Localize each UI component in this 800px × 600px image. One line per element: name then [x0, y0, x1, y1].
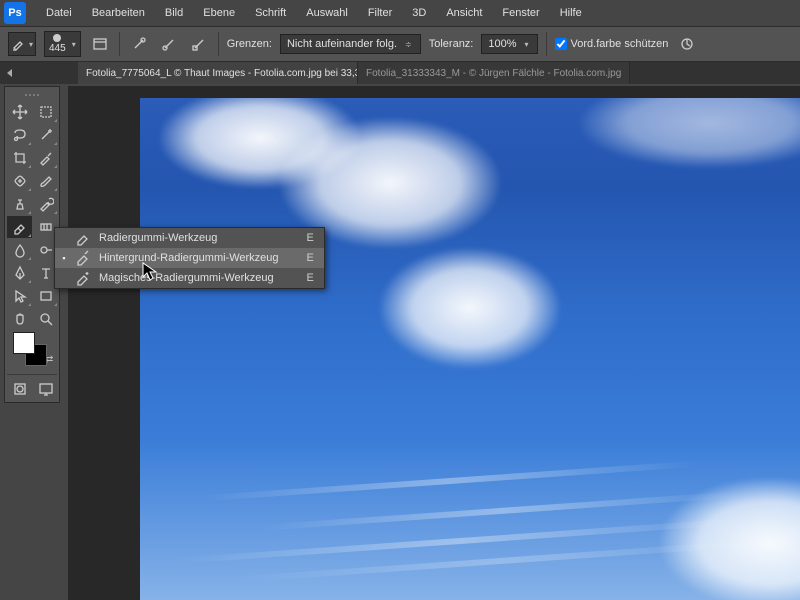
document-tab-active[interactable]: Fotolia_7775064_L © Thaut Images - Fotol…	[78, 62, 358, 84]
tool-preset-picker[interactable]: ▾	[8, 32, 36, 56]
flyout-shortcut: E	[307, 232, 314, 244]
lasso-tool[interactable]	[7, 124, 32, 146]
flyout-item-bg-eraser[interactable]: ▪ Hintergrund-Radiergummi-Werkzeug E	[55, 248, 324, 268]
magic-wand-tool[interactable]	[33, 124, 58, 146]
grenzen-combo[interactable]: Nicht aufeinander folg.≑	[280, 34, 421, 54]
magic-eraser-icon	[75, 271, 91, 285]
flyout-label: Radiergummi-Werkzeug	[99, 232, 299, 244]
tab-label: Fotolia_7775064_L © Thaut Images - Fotol…	[86, 68, 358, 79]
healing-brush-tool[interactable]	[7, 170, 32, 192]
quickmask-tool[interactable]	[7, 378, 32, 400]
menu-bild[interactable]: Bild	[155, 3, 193, 23]
brush-panel-toggle-icon[interactable]	[89, 33, 111, 55]
canvas[interactable]	[140, 98, 800, 600]
blur-tool[interactable]	[7, 239, 32, 261]
toleranz-value: 100%	[488, 38, 516, 50]
menu-filter[interactable]: Filter	[358, 3, 402, 23]
menu-3d[interactable]: 3D	[402, 3, 436, 23]
brush-size-value: 445	[49, 43, 66, 54]
move-tool[interactable]	[7, 101, 32, 123]
flyout-shortcut: E	[307, 272, 314, 284]
sampling-swatch-icon[interactable]	[188, 33, 210, 55]
document-tab-inactive[interactable]: Fotolia_31333343_M - © Jürgen Fälchle - …	[358, 62, 630, 84]
color-swatches: ⇄	[7, 330, 57, 374]
options-bar: ▾ 445 ▾ Grenzen: Nicht aufeinander folg.…	[0, 26, 800, 62]
protect-foreground-checkbox[interactable]: Vord.farbe schützen	[555, 38, 669, 50]
marquee-tool[interactable]	[33, 101, 58, 123]
menu-fenster[interactable]: Fenster	[492, 3, 549, 23]
tablet-pressure-icon[interactable]	[676, 33, 698, 55]
canvas-area	[68, 86, 800, 600]
menu-bearbeiten[interactable]: Bearbeiten	[82, 3, 155, 23]
menu-ebene[interactable]: Ebene	[193, 3, 245, 23]
hand-tool[interactable]	[7, 308, 32, 330]
flyout-label: Hintergrund-Radiergummi-Werkzeug	[99, 252, 299, 264]
flyout-shortcut: E	[307, 252, 314, 264]
brush-tool[interactable]	[33, 170, 58, 192]
eraser-icon	[75, 231, 91, 245]
flyout-label: Magisches-Radiergummi-Werkzeug	[99, 272, 299, 284]
flyout-item-magic-eraser[interactable]: Magisches-Radiergummi-Werkzeug E	[55, 268, 324, 288]
screenmode-tool[interactable]	[33, 378, 58, 400]
flyout-item-eraser[interactable]: Radiergummi-Werkzeug E	[55, 228, 324, 248]
menu-datei[interactable]: Datei	[36, 3, 82, 23]
toleranz-combo[interactable]: 100%▾	[481, 34, 537, 54]
panel-dock-expand-icon[interactable]	[2, 66, 16, 80]
menu-schrift[interactable]: Schrift	[245, 3, 296, 23]
protect-foreground-label: Vord.farbe schützen	[571, 38, 669, 50]
document-tabbar: Fotolia_7775064_L © Thaut Images - Fotol…	[0, 62, 800, 84]
history-brush-tool[interactable]	[33, 193, 58, 215]
eyedropper-tool[interactable]	[33, 147, 58, 169]
path-selection-tool[interactable]	[7, 285, 32, 307]
eraser-tool[interactable]	[7, 216, 32, 238]
eraser-flyout: Radiergummi-Werkzeug E ▪ Hintergrund-Rad…	[54, 227, 325, 289]
toolbox: ⇄	[4, 86, 60, 403]
crop-tool[interactable]	[7, 147, 32, 169]
ps-logo: Ps	[4, 2, 26, 24]
clone-stamp-tool[interactable]	[7, 193, 32, 215]
brush-picker[interactable]: 445 ▾	[44, 31, 81, 57]
sampling-once-icon[interactable]	[158, 33, 180, 55]
toolbox-grip[interactable]	[7, 89, 57, 101]
bg-eraser-icon	[75, 251, 91, 265]
pen-tool[interactable]	[7, 262, 32, 284]
sampling-continuous-icon[interactable]	[128, 33, 150, 55]
menubar: Ps Datei Bearbeiten Bild Ebene Schrift A…	[0, 0, 800, 26]
foreground-color[interactable]	[13, 332, 35, 354]
menu-hilfe[interactable]: Hilfe	[550, 3, 592, 23]
grenzen-label: Grenzen:	[227, 38, 272, 50]
tab-label: Fotolia_31333343_M - © Jürgen Fälchle - …	[366, 68, 621, 79]
default-colors-icon[interactable]	[45, 332, 57, 342]
grenzen-value: Nicht aufeinander folg.	[287, 38, 397, 50]
toleranz-label: Toleranz:	[429, 38, 474, 50]
zoom-tool[interactable]	[33, 308, 58, 330]
menu-auswahl[interactable]: Auswahl	[296, 3, 358, 23]
menu-ansicht[interactable]: Ansicht	[436, 3, 492, 23]
